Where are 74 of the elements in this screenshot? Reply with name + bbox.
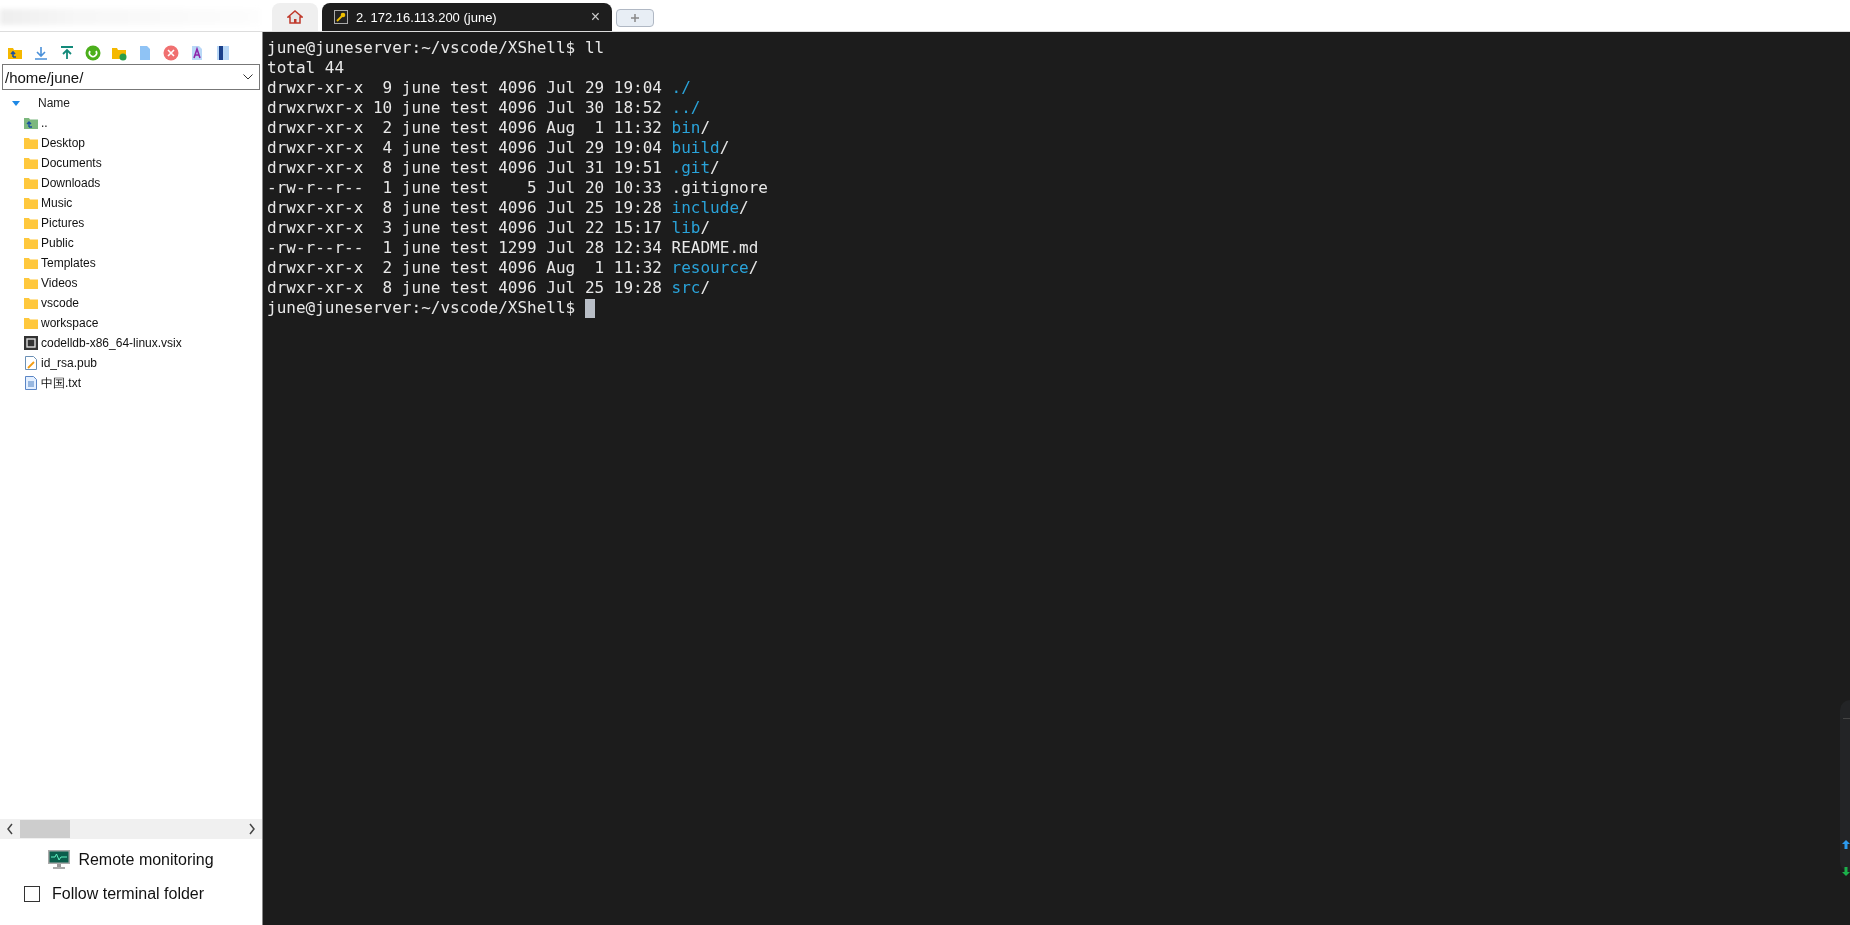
folder-icon	[24, 256, 38, 270]
terminal-line: drwxr-xr-x 2 june test 4096 Aug 1 11:32 bin/	[267, 118, 712, 138]
checkbox-label[interactable]: Follow terminal folder	[52, 885, 205, 903]
terminal-line: -rw-r--r-- 1 june test 1299 Jul 28 12:34 README.md	[267, 238, 760, 258]
terminal-line: drwxr-xr-x 8 june test 4096 Jul 31 19:51 .git/	[267, 158, 721, 178]
file-name[interactable]: 中国.txt	[41, 374, 81, 392]
terminal-line: -rw-r--r-- 1 june test 5 Jul 20 10:33 .gitignore	[267, 178, 769, 198]
scroll-left-icon[interactable]	[6, 823, 14, 835]
terminal-prompt: june@juneserver:~/vscode/XShell$	[267, 298, 577, 318]
remote-monitoring-button[interactable]: Remote monitoring	[42, 849, 220, 871]
folder-icon	[24, 156, 38, 170]
folder-icon	[24, 316, 38, 330]
key-icon	[334, 10, 348, 24]
scrollbar-thumb[interactable]	[20, 820, 70, 838]
caret-icon[interactable]	[12, 100, 20, 106]
upload-folder-icon[interactable]	[7, 45, 23, 61]
file-name[interactable]: ..	[41, 116, 48, 130]
terminal-line: drwxr-xr-x 8 june test 4096 Jul 25 19:28 include/	[267, 198, 750, 218]
folder-icon	[24, 196, 38, 210]
upload-icon[interactable]	[59, 45, 75, 61]
folder-icon	[24, 276, 38, 290]
terminal-line: total 44	[267, 58, 346, 78]
file-name[interactable]: Public	[41, 236, 74, 250]
text-file-icon[interactable]	[189, 45, 205, 61]
folder-icon	[24, 236, 38, 250]
upload-arrow-icon	[1842, 840, 1850, 849]
tab-title: 2. 172.16.113.200 (june)	[356, 9, 498, 25]
session-tab[interactable]: 2. 172.16.113.200 (june) ×	[322, 3, 612, 31]
download-arrow-icon	[1842, 867, 1850, 876]
terminal-line: drwxr-xr-x 2 june test 4096 Aug 1 11:32 resource/	[267, 258, 760, 278]
file-name[interactable]: Documents	[41, 156, 102, 170]
file-name[interactable]: workspace	[41, 316, 99, 330]
path-dropdown[interactable]: /home/june/	[2, 64, 260, 90]
download-icon[interactable]	[33, 45, 49, 61]
folder-icon	[24, 296, 38, 310]
chevron-icon	[243, 74, 253, 80]
delete-icon[interactable]	[163, 45, 179, 61]
file-name[interactable]: vscode	[41, 296, 80, 310]
scroll-right-icon[interactable]	[248, 823, 256, 835]
checkbox[interactable]	[24, 886, 40, 902]
file-name[interactable]: codelldb-x86_64-linux.vsix	[41, 336, 182, 350]
file-name[interactable]: Music	[41, 196, 73, 210]
folder-icon	[24, 216, 38, 230]
terminal-line: drwxrwxr-x 10 june test 4096 Jul 30 18:52 ../	[267, 98, 702, 118]
terminal-line: drwxr-xr-x 8 june test 4096 Jul 25 19:28 src/	[267, 278, 712, 298]
file-name[interactable]: Desktop	[41, 136, 86, 150]
refresh-icon[interactable]	[85, 45, 101, 61]
parent-folder-icon	[24, 116, 38, 130]
text-file-icon	[24, 376, 38, 390]
file-name[interactable]: Pictures	[41, 216, 85, 230]
bookmark-icon[interactable]	[215, 45, 231, 61]
terminal-line: june@juneserver:~/vscode/XShell$ ll	[267, 38, 606, 58]
horizontal-scrollbar[interactable]	[0, 819, 262, 839]
new-tab-button[interactable]	[616, 9, 654, 27]
terminal-line: drwxr-xr-x 3 june test 4096 Jul 22 15:17 lib/	[267, 218, 712, 238]
cursor	[584, 298, 595, 318]
file-name[interactable]: Videos	[41, 276, 78, 290]
new-folder-icon[interactable]	[111, 45, 127, 61]
file-name[interactable]: Downloads	[41, 176, 101, 190]
edit-file-icon	[24, 356, 38, 370]
column-header[interactable]: Name	[38, 96, 70, 110]
plus-icon	[631, 14, 639, 22]
terminal-line: drwxr-xr-x 4 june test 4096 Jul 29 19:04 build/	[267, 138, 731, 158]
house-icon	[287, 9, 303, 25]
folder-icon	[24, 176, 38, 190]
terminal-line: drwxr-xr-x 9 june test 4096 Jul 29 19:04 ./	[267, 78, 692, 98]
package-icon	[24, 336, 38, 350]
close-button[interactable]: ×	[590, 8, 600, 26]
home-tab[interactable]	[272, 3, 318, 31]
folder-icon	[24, 136, 38, 150]
file-icon[interactable]	[137, 45, 153, 61]
file-name[interactable]: Templates	[41, 256, 96, 270]
file-name[interactable]: id_rsa.pub	[41, 356, 98, 370]
monitor-icon	[48, 850, 71, 870]
